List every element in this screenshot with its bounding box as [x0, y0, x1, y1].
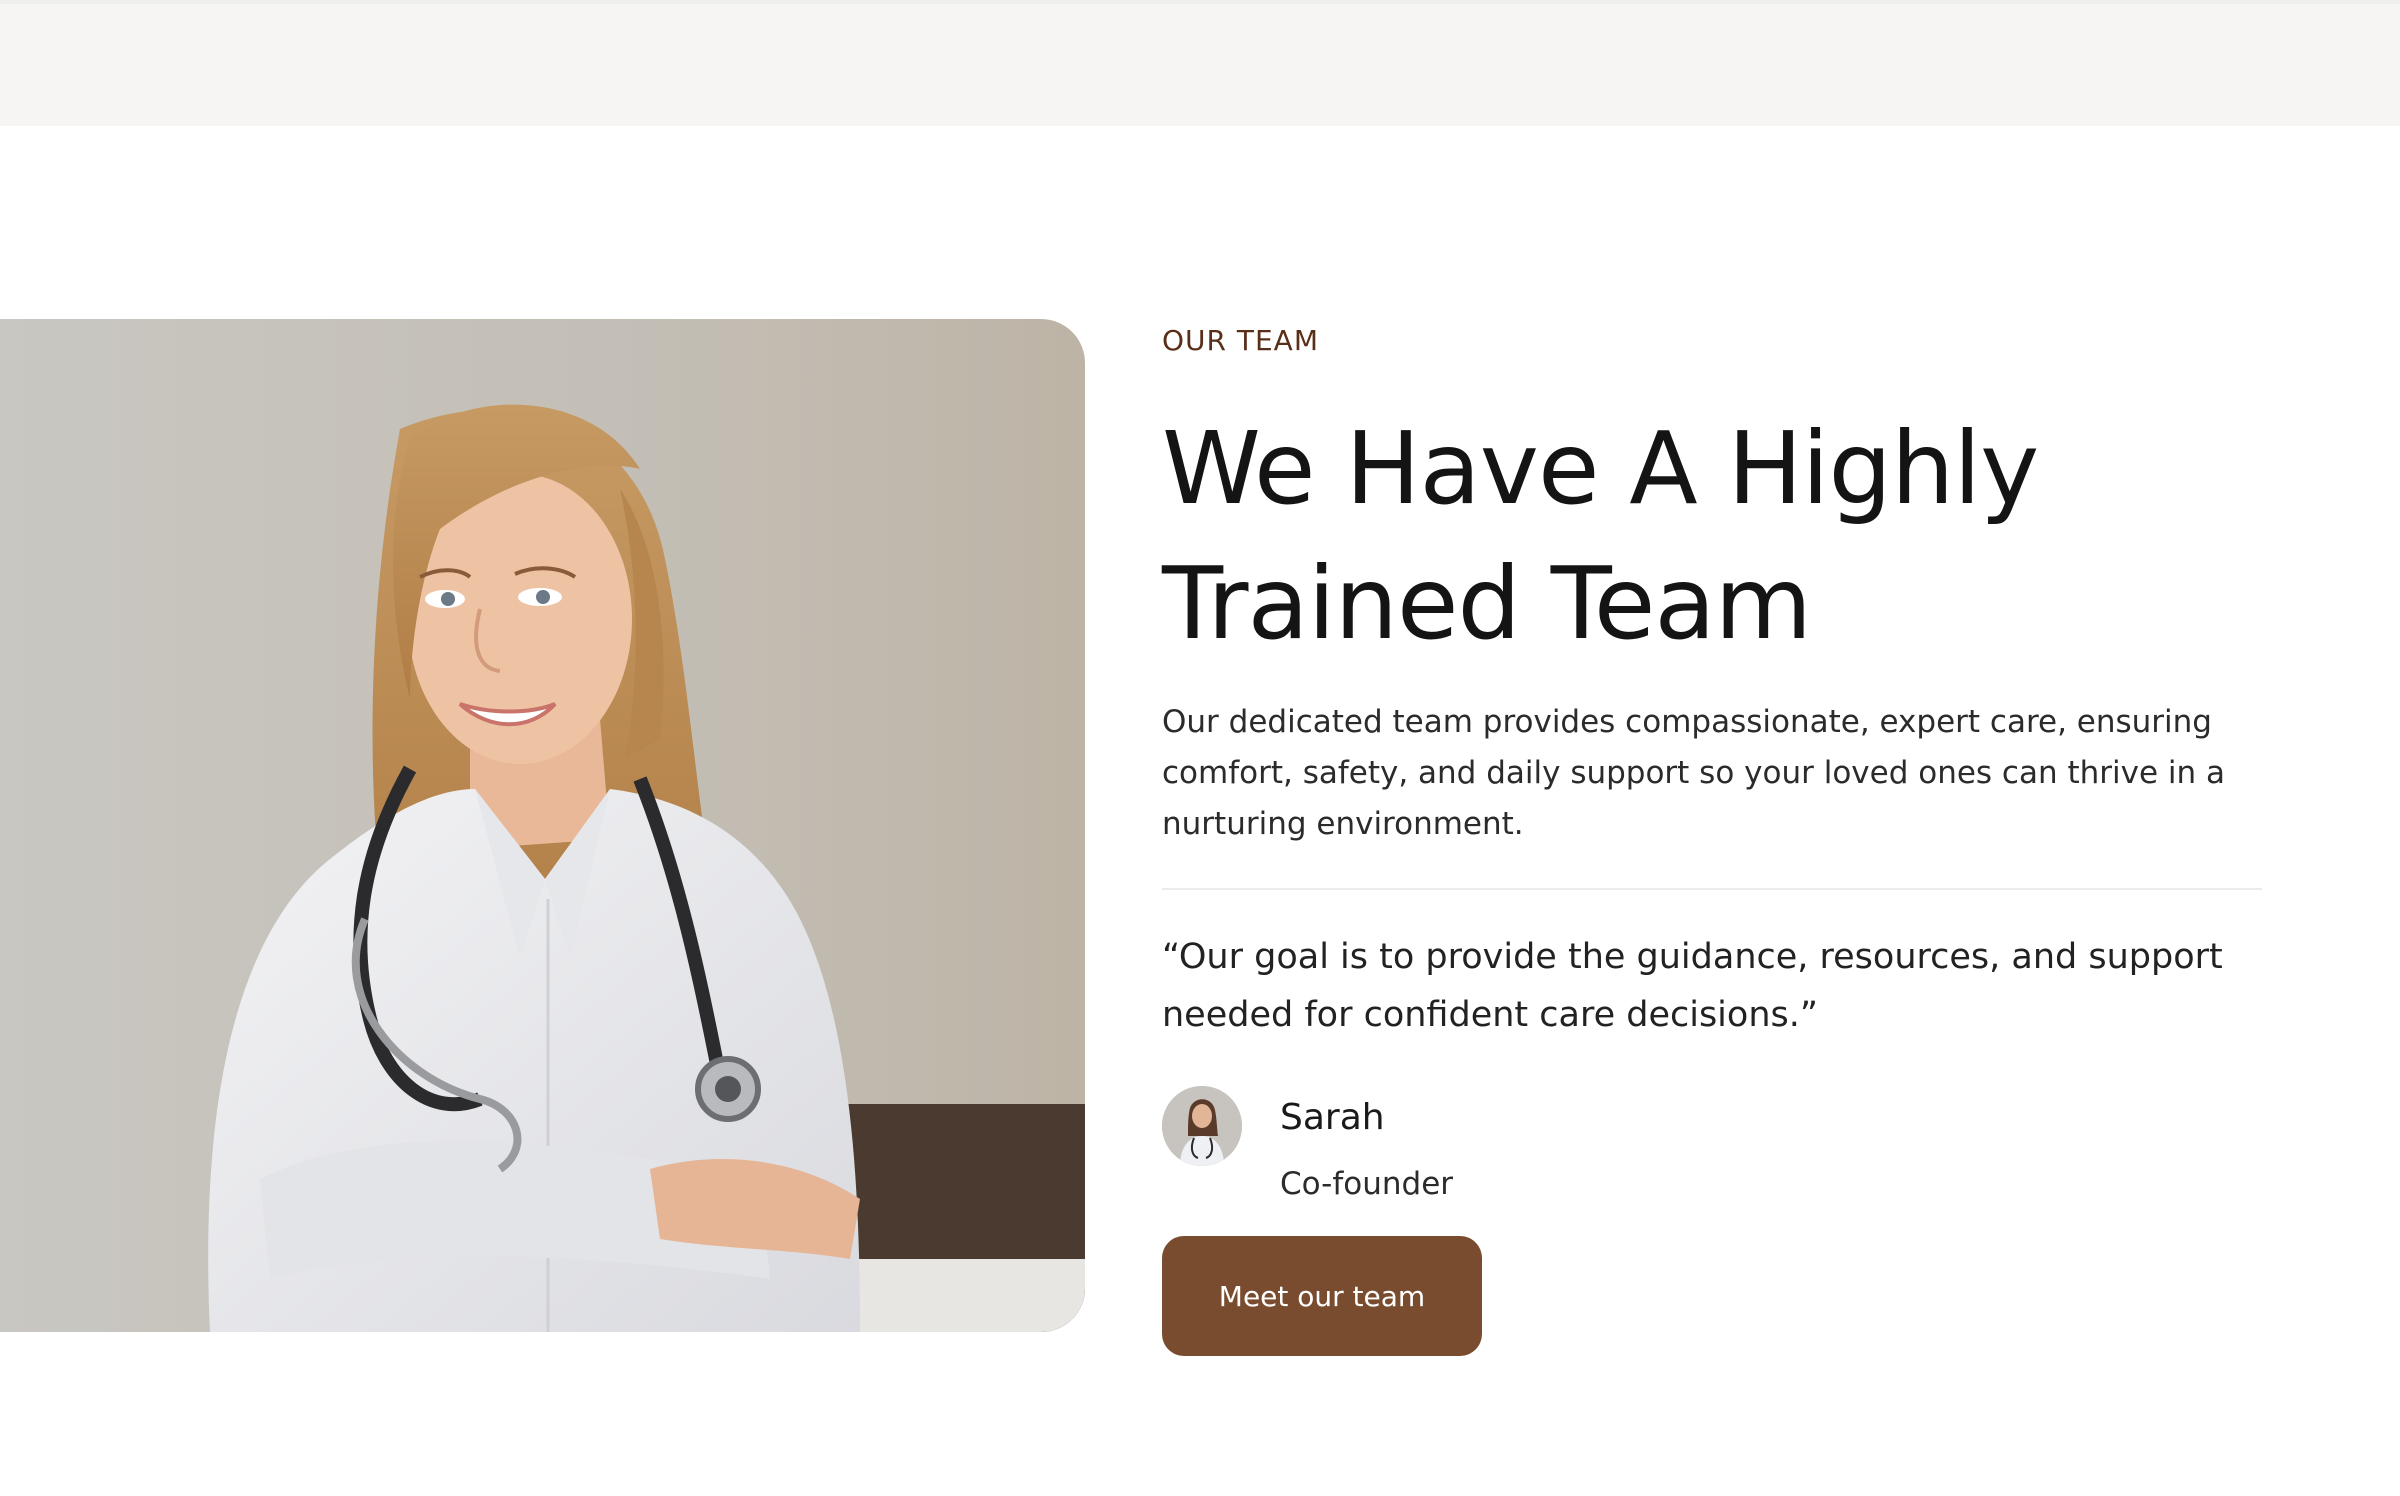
avatar — [1162, 1086, 1242, 1166]
section-headline: We Have A Highly Trained Team — [1162, 410, 2039, 662]
author-role: Co-founder — [1280, 1166, 1454, 1202]
section-description: Our dedicated team provides compassionat… — [1162, 704, 2226, 842]
testimonial-quote: “Our goal is to provide the guidance, re… — [1162, 937, 2223, 1035]
divider — [1162, 888, 2262, 890]
doctor-portrait-image — [0, 319, 1085, 1332]
author-block: Sarah Co-founder — [1162, 1086, 2262, 1216]
team-content: OUR TEAM We Have A Highly Trained Team O… — [1162, 319, 2262, 1356]
team-photo — [0, 319, 1085, 1332]
avatar-photo-icon — [1162, 1086, 1242, 1166]
meet-our-team-button[interactable]: Meet our team — [1162, 1236, 1482, 1356]
section-eyebrow: OUR TEAM — [1162, 324, 1319, 357]
top-header-band — [0, 0, 2400, 126]
author-name: Sarah — [1280, 1097, 1385, 1138]
